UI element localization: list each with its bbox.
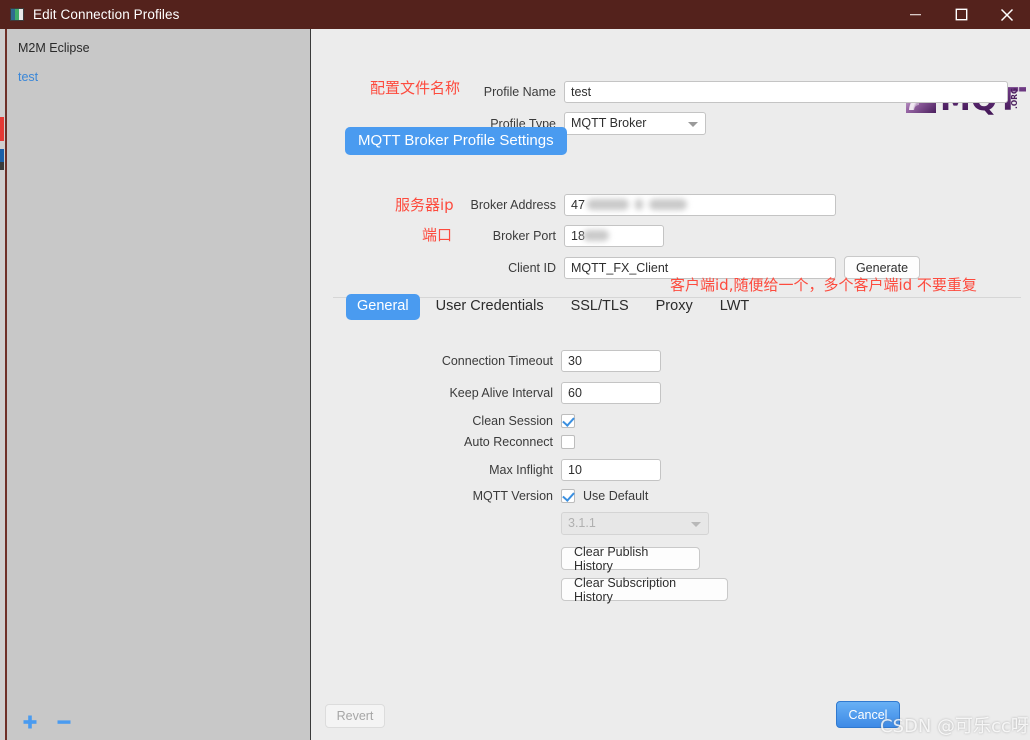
background-window-strip: [0, 29, 7, 740]
auto-reconnect-checkbox[interactable]: [561, 435, 575, 449]
minimize-icon[interactable]: [892, 0, 938, 29]
auto-reconnect-row: Auto Reconnect: [312, 435, 728, 449]
section-title-badge: MQTT Broker Profile Settings: [345, 127, 567, 155]
profile-name-input[interactable]: test: [564, 81, 1008, 103]
sidebar-item-label: M2M Eclipse: [18, 41, 90, 55]
revert-button[interactable]: Revert: [325, 704, 385, 728]
mqtt-version-select[interactable]: 3.1.1: [561, 512, 709, 535]
keep-alive-row: Keep Alive Interval 60: [312, 382, 728, 404]
maximize-icon[interactable]: [938, 0, 984, 29]
client-id-label: Client ID: [508, 260, 556, 275]
broker-address-row: Broker Address 47: [312, 194, 836, 216]
broker-settings-section: MQTT Broker Profile Settings: [345, 127, 567, 155]
chevron-down-icon: [688, 121, 698, 127]
main-panel: MQTT .ORG 配置文件名称 Profile Name test Profi…: [312, 29, 1030, 740]
auto-reconnect-label: Auto Reconnect: [464, 435, 553, 449]
clean-session-checkbox[interactable]: [561, 414, 575, 428]
chevron-down-icon: [691, 521, 701, 527]
window-title: Edit Connection Profiles: [33, 7, 180, 22]
use-default-checkbox[interactable]: [561, 489, 575, 503]
tab-general[interactable]: General: [346, 294, 420, 320]
max-inflight-input[interactable]: 10: [561, 459, 661, 481]
clean-session-label: Clean Session: [472, 414, 553, 428]
clear-publish-history-button[interactable]: Clear Publish History: [561, 545, 700, 573]
svg-text:.ORG: .ORG: [1010, 88, 1019, 109]
background-blue-marker: [0, 149, 4, 162]
redaction-mask: [583, 230, 609, 241]
clean-session-row: Clean Session: [312, 414, 728, 428]
max-inflight-label: Max Inflight: [489, 463, 553, 477]
cancel-button[interactable]: Cancel: [836, 701, 900, 728]
clear-subscription-history-button[interactable]: Clear Subscription History: [561, 576, 728, 604]
dialog-footer: Revert Cancel: [312, 693, 1030, 740]
title-bar: Edit Connection Profiles: [0, 0, 1030, 29]
broker-address-value: 47: [571, 198, 585, 212]
annotation-client-id: 客户端id,随便给一个，多个客户端id 不要重复: [670, 276, 977, 294]
mqtt-version-value: 3.1.1: [568, 516, 596, 530]
profile-name-row: Profile Name test: [312, 81, 1008, 103]
app-window-icon: [10, 8, 24, 21]
sidebar-item-m2m-eclipse[interactable]: M2M Eclipse: [7, 37, 310, 59]
redaction-mask: [587, 199, 629, 210]
broker-port-label: Broker Port: [492, 229, 556, 243]
background-dark-marker: [0, 162, 4, 170]
tab-user-credentials[interactable]: User Credentials: [425, 294, 555, 320]
redaction-mask: [635, 199, 643, 210]
mqtt-version-label: MQTT Version: [472, 489, 553, 503]
sidebar-item-label: test: [18, 70, 39, 84]
tab-proxy[interactable]: Proxy: [645, 294, 704, 320]
broker-address-input[interactable]: 47: [564, 194, 836, 216]
use-default-label: Use Default: [583, 489, 649, 503]
window-controls: [892, 0, 1030, 29]
clear-subscription-row: Clear Subscription History: [312, 576, 728, 604]
redaction-mask: [649, 199, 687, 210]
profile-type-value: MQTT Broker: [571, 116, 647, 130]
profiles-list: M2M Eclipse test: [7, 29, 310, 88]
connection-timeout-label: Connection Timeout: [441, 354, 553, 368]
tab-lwt[interactable]: LWT: [709, 294, 761, 320]
close-icon[interactable]: [984, 0, 1030, 29]
add-profile-icon[interactable]: [20, 712, 40, 732]
background-red-marker: [0, 117, 4, 141]
sidebar-item-test[interactable]: test: [7, 66, 310, 88]
profiles-sidebar: M2M Eclipse test: [7, 29, 311, 740]
remove-profile-icon[interactable]: [54, 712, 74, 732]
max-inflight-row: Max Inflight 10: [312, 459, 728, 481]
profile-name-label: Profile Name: [483, 85, 556, 99]
broker-address-label: Broker Address: [470, 198, 556, 212]
mqtt-version-select-row: 3.1.1: [312, 512, 728, 535]
settings-tabs: General User Credentials SSL/TLS Proxy L…: [337, 294, 760, 320]
broker-port-row: Broker Port 18: [312, 225, 664, 247]
tab-ssl-tls[interactable]: SSL/TLS: [560, 294, 640, 320]
mqtt-version-row: MQTT Version Use Default: [312, 489, 728, 503]
sidebar-actions: [7, 712, 74, 732]
clear-publish-row: Clear Publish History: [312, 545, 728, 573]
connection-timeout-input[interactable]: 30: [561, 350, 661, 372]
broker-port-input[interactable]: 18: [564, 225, 664, 247]
general-tab-panel: Connection Timeout 30 Keep Alive Interva…: [312, 350, 728, 611]
edit-connection-profiles-window: Edit Connection Profiles M2M Eclipse tes…: [0, 0, 1030, 740]
connection-timeout-row: Connection Timeout 30: [312, 350, 728, 372]
keep-alive-label: Keep Alive Interval: [449, 386, 553, 400]
profile-type-select[interactable]: MQTT Broker: [564, 112, 706, 135]
keep-alive-input[interactable]: 60: [561, 382, 661, 404]
